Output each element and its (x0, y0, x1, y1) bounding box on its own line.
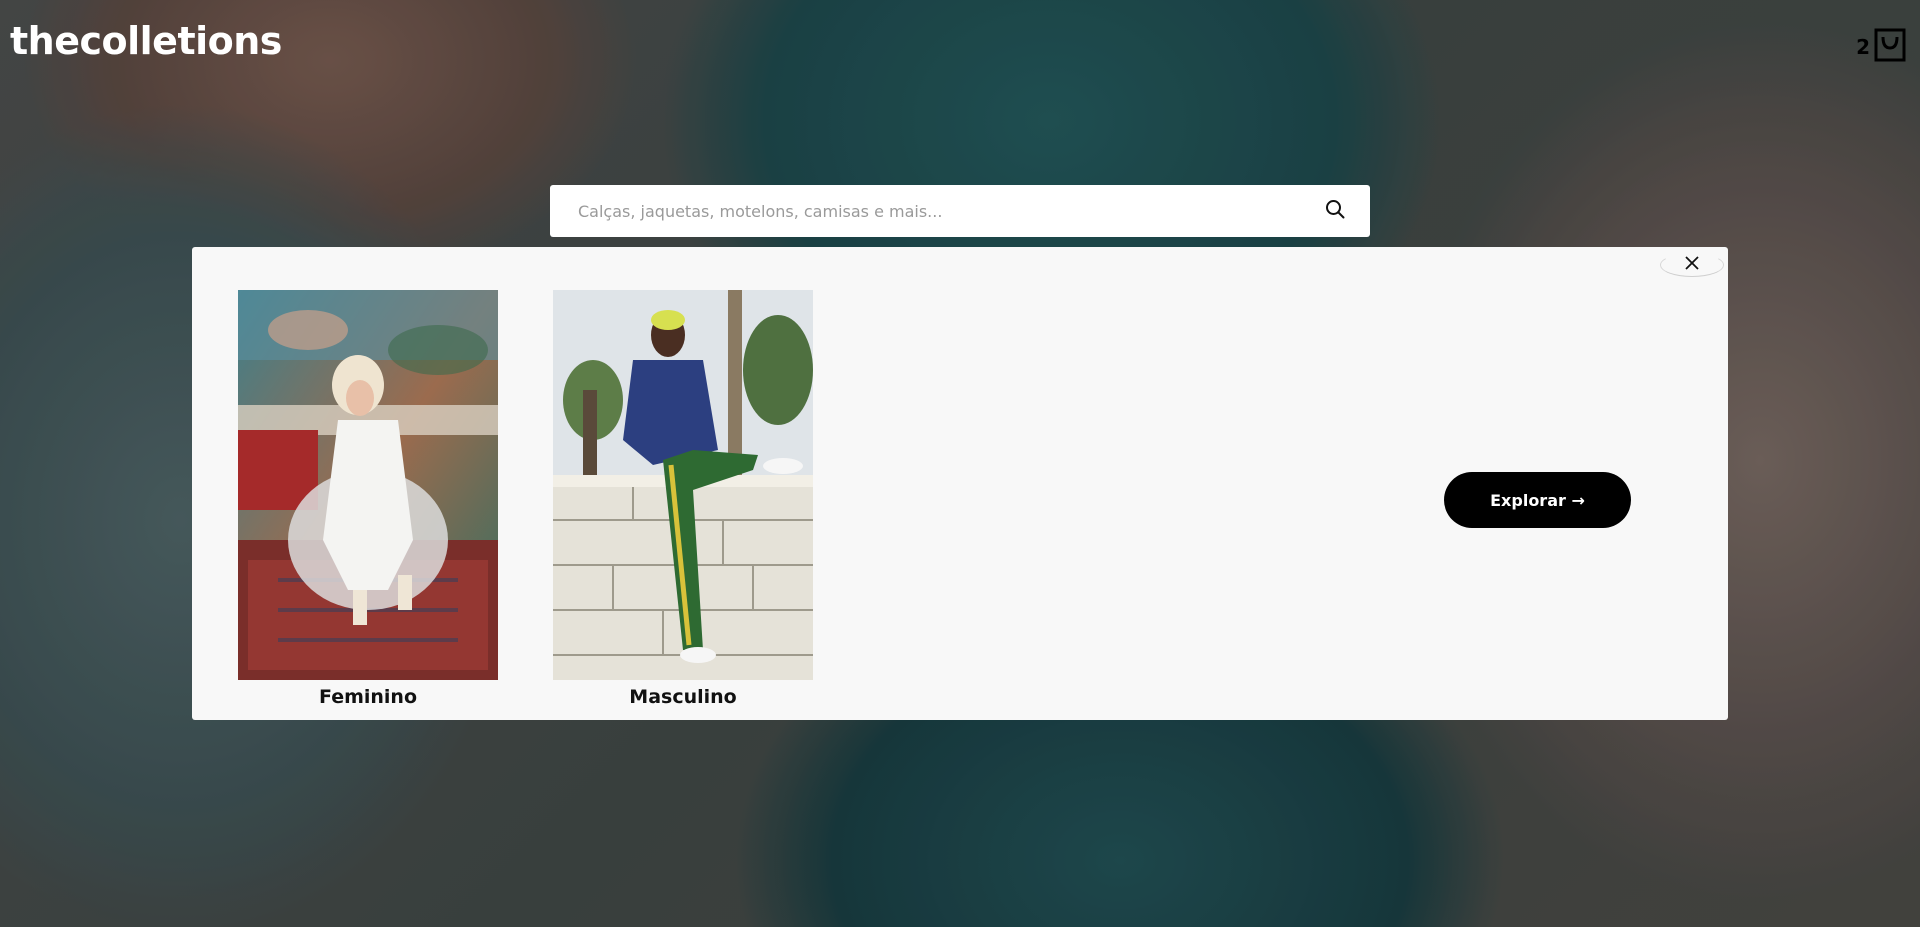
search-input[interactable] (576, 200, 1324, 222)
cart-count-badge: 2 (1856, 35, 1870, 59)
category-card-masculino[interactable]: Masculino (553, 290, 813, 708)
search-icon[interactable] (1324, 198, 1346, 224)
shopping-bag-icon (1874, 28, 1906, 66)
search-bar (550, 185, 1370, 237)
explore-button[interactable]: Explorar → (1444, 472, 1631, 528)
categories-modal: Feminino Masculino Explorar → (192, 247, 1728, 720)
category-photo-feminino[interactable] (238, 290, 498, 680)
category-card-feminino[interactable]: Feminino (238, 290, 498, 708)
close-icon (1684, 255, 1700, 275)
category-label-masculino: Masculino (629, 686, 737, 708)
close-button[interactable] (1660, 253, 1724, 277)
category-label-feminino: Feminino (318, 686, 418, 708)
category-photo-masculino[interactable] (553, 290, 813, 680)
cart-button[interactable]: 2 (1856, 28, 1906, 66)
site-logo[interactable]: thecolletions (10, 22, 282, 60)
